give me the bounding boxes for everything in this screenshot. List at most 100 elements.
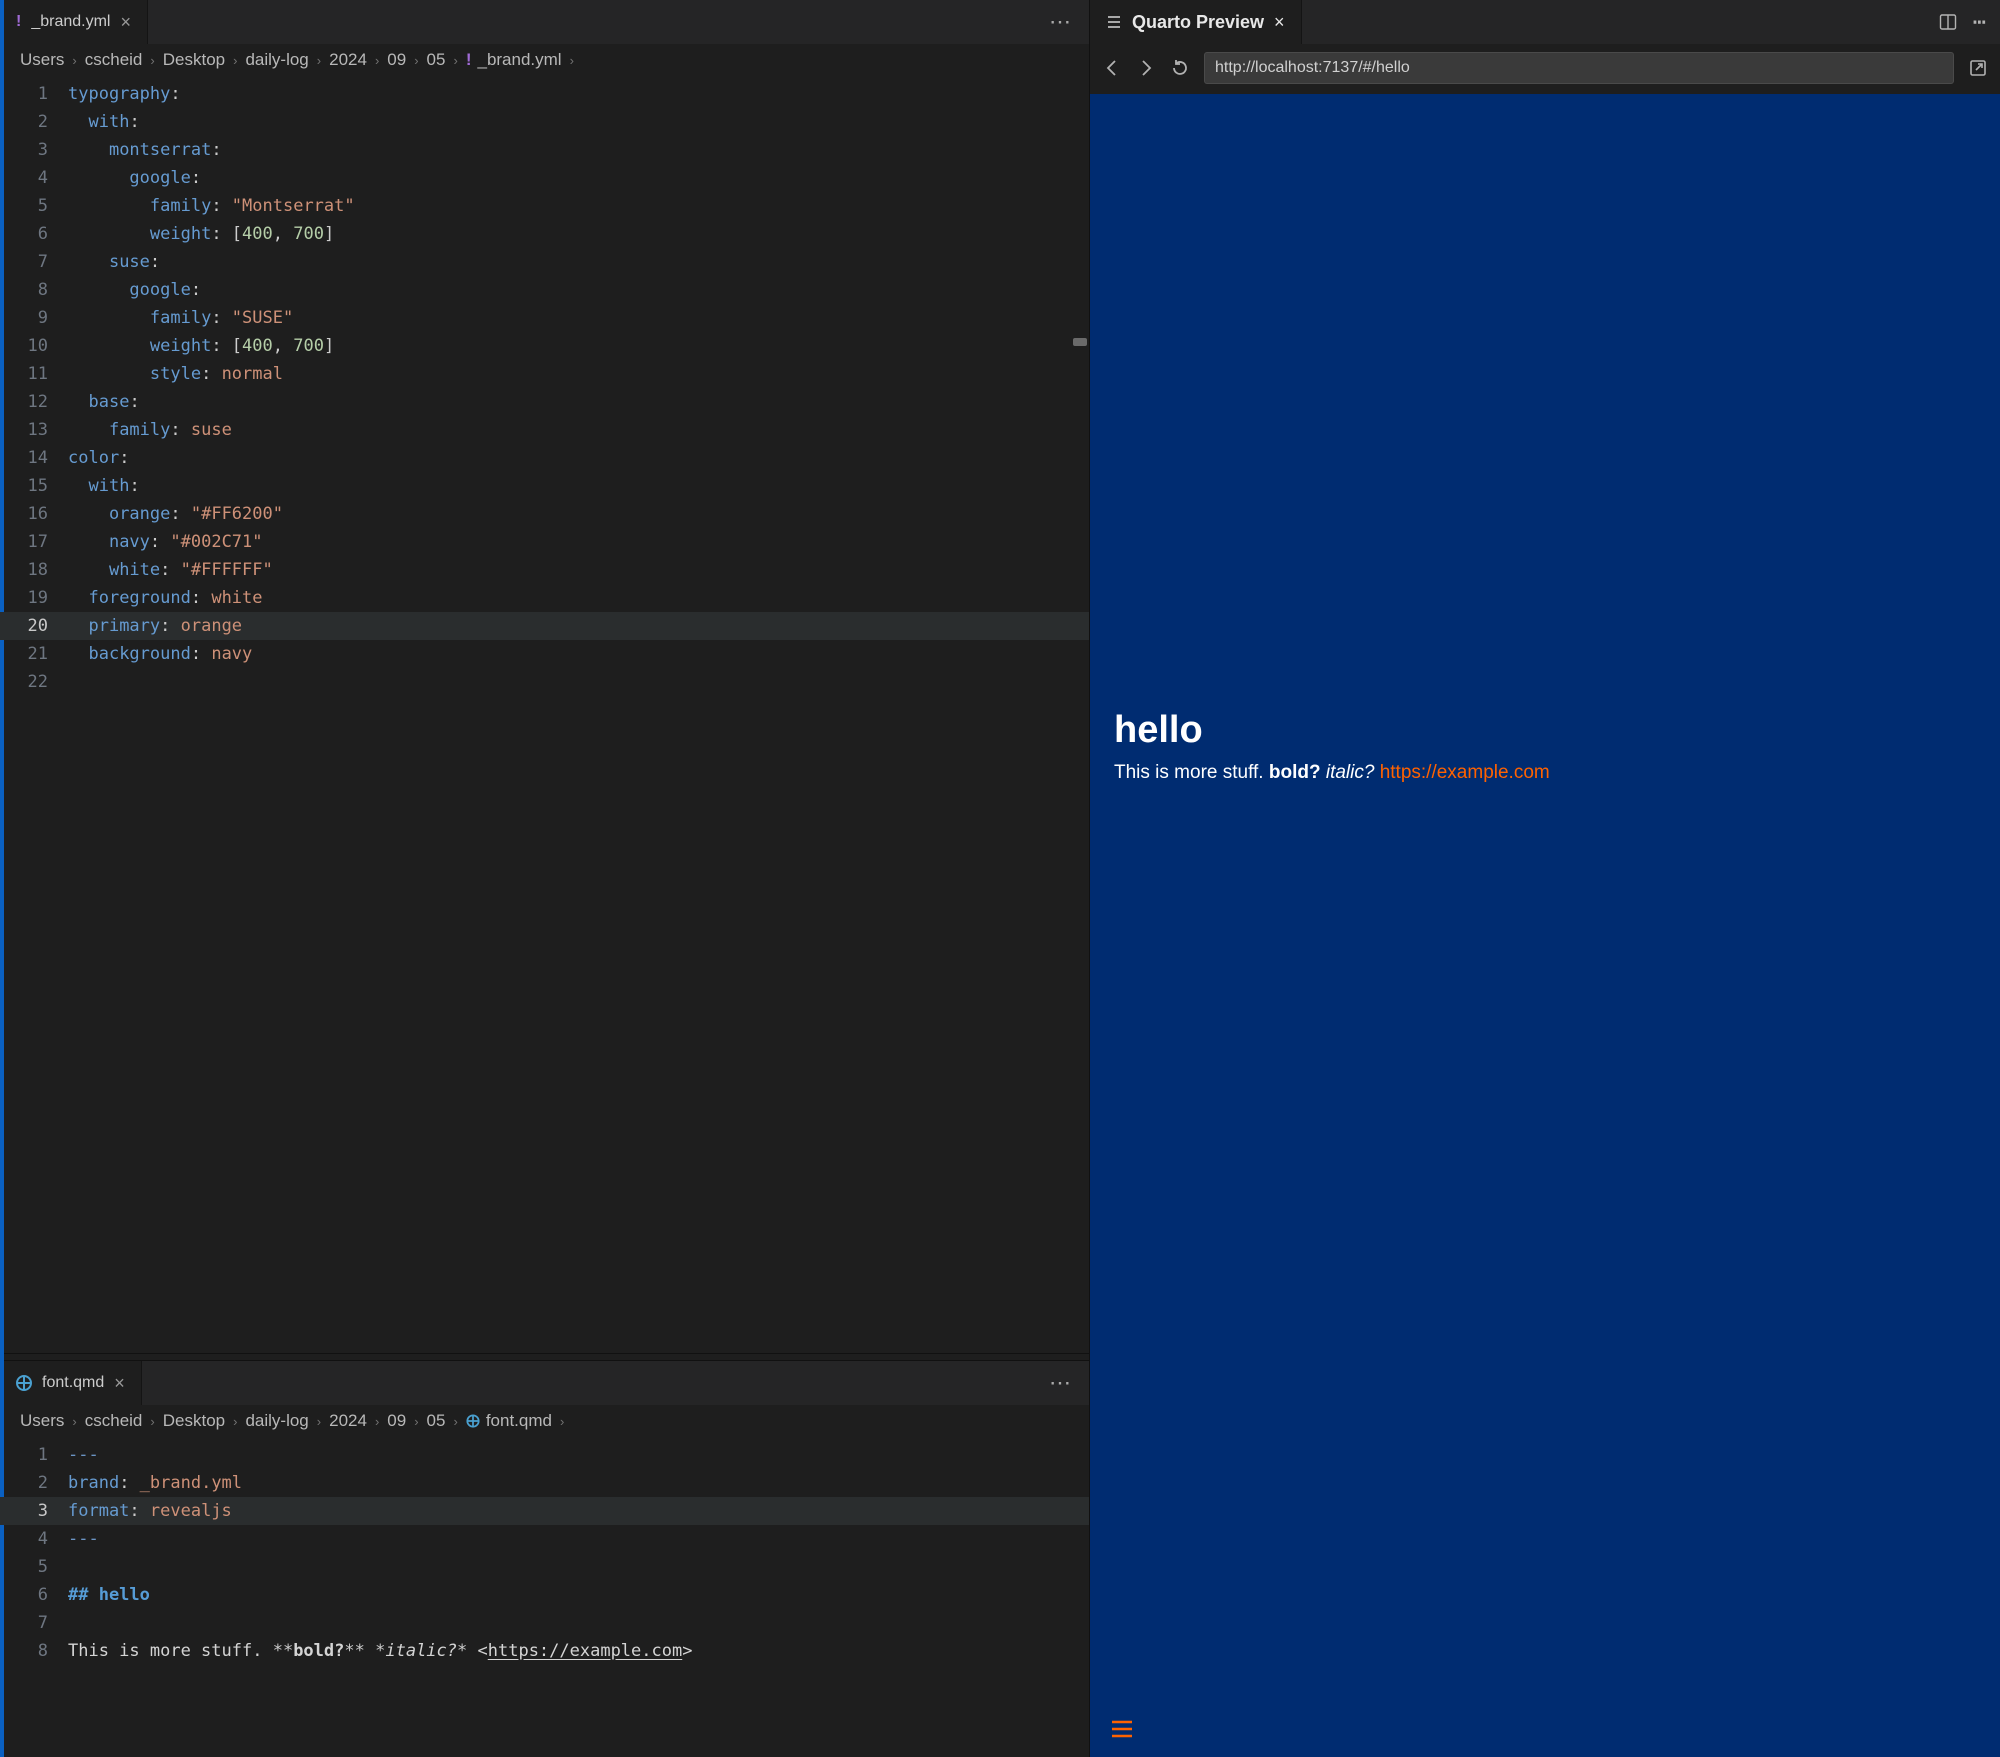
code-line[interactable]: 5 family: "Montserrat" (0, 192, 1089, 220)
breadcrumb-segment[interactable]: 2024 (329, 50, 367, 70)
code-line[interactable]: 7 suse: (0, 248, 1089, 276)
code-line[interactable]: 20 primary: orange (0, 612, 1089, 640)
breadcrumb-segment[interactable]: Desktop (163, 50, 225, 70)
back-icon[interactable] (1102, 58, 1122, 78)
code-line[interactable]: 18 white: "#FFFFFF" (0, 556, 1089, 584)
line-number: 21 (0, 640, 68, 668)
code-line[interactable]: 10 weight: [400, 700] (0, 332, 1089, 360)
breadcrumb-segment[interactable]: 09 (387, 50, 406, 70)
code-line[interactable]: 8 google: (0, 276, 1089, 304)
breadcrumb-segment[interactable]: 2024 (329, 1411, 367, 1431)
editor1-breadcrumbs[interactable]: Users›cscheid›Desktop›daily-log›2024›09›… (0, 44, 1089, 76)
code-line[interactable]: 14color: (0, 444, 1089, 472)
editor2-tabbar: font.qmd × ⋯ (0, 1361, 1089, 1405)
preview-tabbar: Quarto Preview × ⋯ (1090, 0, 2000, 44)
code-line[interactable]: 4--- (0, 1525, 1089, 1553)
line-number: 3 (0, 136, 68, 164)
code-line[interactable]: 16 orange: "#FF6200" (0, 500, 1089, 528)
split-right-icon[interactable] (1939, 13, 1957, 31)
code-line[interactable]: 11 style: normal (0, 360, 1089, 388)
line-number: 1 (0, 1441, 68, 1469)
line-number: 12 (0, 388, 68, 416)
code-line[interactable]: 19 foreground: white (0, 584, 1089, 612)
line-number: 2 (0, 108, 68, 136)
reload-icon[interactable] (1170, 58, 1190, 78)
line-number: 17 (0, 528, 68, 556)
line-number: 5 (0, 192, 68, 220)
breadcrumb-file[interactable]: _brand.yml (477, 50, 561, 70)
breadcrumb-segment[interactable]: Users (20, 50, 64, 70)
more-actions-icon[interactable]: ⋯ (1973, 10, 1986, 35)
code-line[interactable]: 1--- (0, 1441, 1089, 1469)
line-number: 6 (0, 1581, 68, 1609)
editor2-body[interactable]: 1---2brand: _brand.yml3format: revealjs4… (0, 1437, 1089, 1757)
line-number: 9 (0, 304, 68, 332)
code-line[interactable]: 3 montserrat: (0, 136, 1089, 164)
preview-content[interactable]: hello This is more stuff. bold? italic? … (1090, 94, 2000, 1757)
code-line[interactable]: 2brand: _brand.yml (0, 1469, 1089, 1497)
line-number: 7 (0, 1609, 68, 1637)
code-line[interactable]: 8This is more stuff. **bold?** *italic?*… (0, 1637, 1089, 1665)
chevron-right-icon: › (150, 53, 154, 68)
editor2-breadcrumbs[interactable]: Users›cscheid›Desktop›daily-log›2024›09›… (0, 1405, 1089, 1437)
breadcrumb-file[interactable]: font.qmd (486, 1411, 552, 1431)
editor1-body[interactable]: 1typography:2 with:3 montserrat:4 google… (0, 76, 1089, 1353)
line-number: 4 (0, 164, 68, 192)
code-line[interactable]: 21 background: navy (0, 640, 1089, 668)
line-number: 10 (0, 332, 68, 360)
tab-font-qmd[interactable]: font.qmd × (0, 1361, 142, 1405)
code-line[interactable]: 22 (0, 668, 1089, 696)
code-line[interactable]: 13 family: suse (0, 416, 1089, 444)
preview-toolbar (1090, 44, 2000, 94)
forward-icon[interactable] (1136, 58, 1156, 78)
code-line[interactable]: 9 family: "SUSE" (0, 304, 1089, 332)
chevron-right-icon: › (560, 1414, 564, 1429)
chevron-right-icon: › (453, 1414, 457, 1429)
line-number: 20 (0, 612, 68, 640)
line-number: 8 (0, 276, 68, 304)
breadcrumb-segment[interactable]: 05 (427, 50, 446, 70)
code-line[interactable]: 12 base: (0, 388, 1089, 416)
code-line[interactable]: 17 navy: "#002C71" (0, 528, 1089, 556)
line-number: 13 (0, 416, 68, 444)
code-line[interactable]: 15 with: (0, 472, 1089, 500)
chevron-right-icon: › (375, 53, 379, 68)
chevron-right-icon: › (570, 53, 574, 68)
breadcrumb-segment[interactable]: cscheid (85, 50, 143, 70)
tab-label: _brand.yml (31, 13, 110, 31)
line-number: 1 (0, 80, 68, 108)
code-line[interactable]: 7 (0, 1609, 1089, 1637)
tab-brand-yml[interactable]: ! _brand.yml × (0, 0, 148, 44)
breadcrumb-segment[interactable]: 05 (427, 1411, 446, 1431)
file-icon: ! (466, 50, 472, 70)
code-line[interactable]: 5 (0, 1553, 1089, 1581)
code-line[interactable]: 6## hello (0, 1581, 1089, 1609)
hamburger-menu-icon[interactable] (1110, 1719, 1134, 1739)
url-input[interactable] (1204, 52, 1954, 84)
code-line[interactable]: 3format: revealjs (0, 1497, 1089, 1525)
left-editor-group: ! _brand.yml × ⋯ Users › cscheid › Desktop › d… (0, 0, 1090, 1757)
breadcrumb-segment[interactable]: daily-log (245, 50, 308, 70)
breadcrumb-segment[interactable]: cscheid (85, 1411, 143, 1431)
file-icon (466, 1414, 480, 1428)
more-actions-icon[interactable]: ⋯ (1033, 1370, 1089, 1396)
minimap-indicator[interactable] (1073, 338, 1087, 346)
open-external-icon[interactable] (1968, 58, 1988, 78)
code-line[interactable]: 6 weight: [400, 700] (0, 220, 1089, 248)
breadcrumb-segment[interactable]: daily-log (245, 1411, 308, 1431)
code-line[interactable]: 2 with: (0, 108, 1089, 136)
close-icon[interactable]: × (1274, 12, 1285, 33)
chevron-right-icon: › (150, 1414, 154, 1429)
tab-quarto-preview[interactable]: Quarto Preview × (1090, 0, 1302, 44)
code-line[interactable]: 1typography: (0, 80, 1089, 108)
chevron-right-icon: › (72, 1414, 76, 1429)
editor-split-handle[interactable] (0, 1353, 1089, 1361)
breadcrumb-segment[interactable]: Desktop (163, 1411, 225, 1431)
close-icon[interactable]: × (114, 1373, 125, 1394)
breadcrumb-segment[interactable]: 09 (387, 1411, 406, 1431)
code-line[interactable]: 4 google: (0, 164, 1089, 192)
close-icon[interactable]: × (120, 12, 131, 33)
more-actions-icon[interactable]: ⋯ (1033, 9, 1089, 35)
breadcrumb-segment[interactable]: Users (20, 1411, 64, 1431)
line-number: 19 (0, 584, 68, 612)
